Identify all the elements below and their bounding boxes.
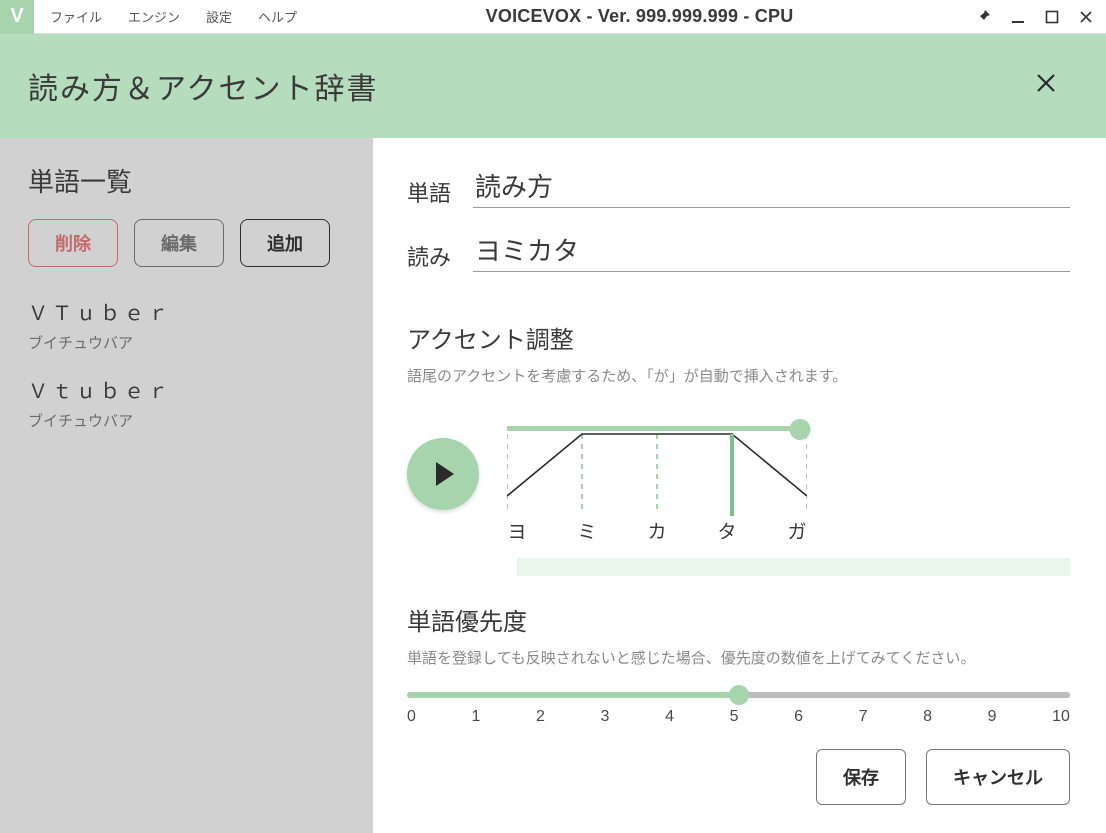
word-list-heading: 単語一覧 [28,162,345,199]
menubar: V ファイル エンジン 設定 ヘルプ VOICEVOX - Ver. 999.9… [0,0,1106,34]
maximize-icon[interactable] [1038,3,1066,31]
mora-label: ガ [787,517,807,544]
priority-thumb[interactable] [729,685,749,705]
menu-items: ファイル エンジン 設定 ヘルプ [38,1,309,32]
accent-heading: アクセント調整 [407,320,1070,355]
priority-ticks: 0 1 2 3 4 5 6 7 8 9 10 [407,708,1070,726]
play-icon [436,462,454,486]
cancel-button[interactable]: キャンセル [926,749,1070,805]
priority-tick: 1 [472,708,481,726]
accent-hint: 語尾のアクセントを考慮するため、「が」が自動で挿入されます。 [407,365,1070,386]
save-button[interactable]: 保存 [816,749,906,805]
priority-tick: 10 [1052,708,1070,726]
priority-tick: 4 [665,708,674,726]
priority-tick: 6 [794,708,803,726]
priority-tick: 0 [407,708,416,726]
priority-slider[interactable] [407,692,1070,698]
accent-scrollbar[interactable] [517,558,1070,576]
word-surface: ＶＴｕｂｅｒ [28,297,345,326]
mora-label: カ [647,517,667,544]
word-surface: Ｖｔｕｂｅｒ [28,375,345,404]
mora-label: ヨ [507,517,527,544]
menu-file[interactable]: ファイル [38,1,114,32]
priority-fill [407,692,739,698]
reading-input[interactable] [473,230,1070,272]
app-logo: V [0,0,34,34]
add-button[interactable]: 追加 [240,219,330,267]
play-button[interactable] [407,438,479,510]
priority-tick: 8 [923,708,932,726]
word-reading: ブイチュウバア [28,410,345,431]
mora-label: タ [717,517,737,544]
menu-help[interactable]: ヘルプ [246,1,309,32]
priority-heading: 単語優先度 [407,602,1070,637]
menu-engine[interactable]: エンジン [116,1,192,32]
edit-button[interactable]: 編集 [134,219,224,267]
word-reading: ブイチュウバア [28,332,345,353]
word-list-panel: 単語一覧 削除 編集 追加 ＶＴｕｂｅｒ ブイチュウバア Ｖｔｕｂｅｒ ブイチュ… [0,138,373,833]
pin-icon[interactable] [970,3,998,31]
surface-input[interactable] [473,166,1070,208]
minimize-icon[interactable] [1004,3,1032,31]
priority-tick: 2 [536,708,545,726]
word-list-item[interactable]: Ｖｔｕｂｅｒ ブイチュウバア [28,375,345,431]
dialog-title: 読み方＆アクセント辞書 [28,64,379,108]
dialog-header: 読み方＆アクセント辞書 [0,34,1106,138]
word-list-item[interactable]: ＶＴｕｂｅｒ ブイチュウバア [28,297,345,353]
surface-label: 単語 [407,176,473,208]
priority-tick: 3 [601,708,610,726]
delete-button[interactable]: 削除 [28,219,118,267]
priority-tick: 5 [730,708,739,726]
window-title: VOICEVOX - Ver. 999.999.999 - CPU [486,6,794,27]
editor-panel: 単語 読み アクセント調整 語尾のアクセントを考慮するため、「が」が自動で挿入さ… [373,138,1106,833]
reading-label: 読み [407,240,473,272]
priority-tick: 9 [988,708,997,726]
menu-settings[interactable]: 設定 [194,1,244,32]
window-close-icon[interactable] [1072,3,1100,31]
priority-hint: 単語を登録しても反映されないと感じた場合、優先度の数値を上げてみてください。 [407,647,1070,668]
close-icon[interactable] [1034,70,1058,102]
mora-label: ミ [577,517,597,544]
accent-graph[interactable]: ヨミカタガ [507,404,807,544]
priority-tick: 7 [859,708,868,726]
